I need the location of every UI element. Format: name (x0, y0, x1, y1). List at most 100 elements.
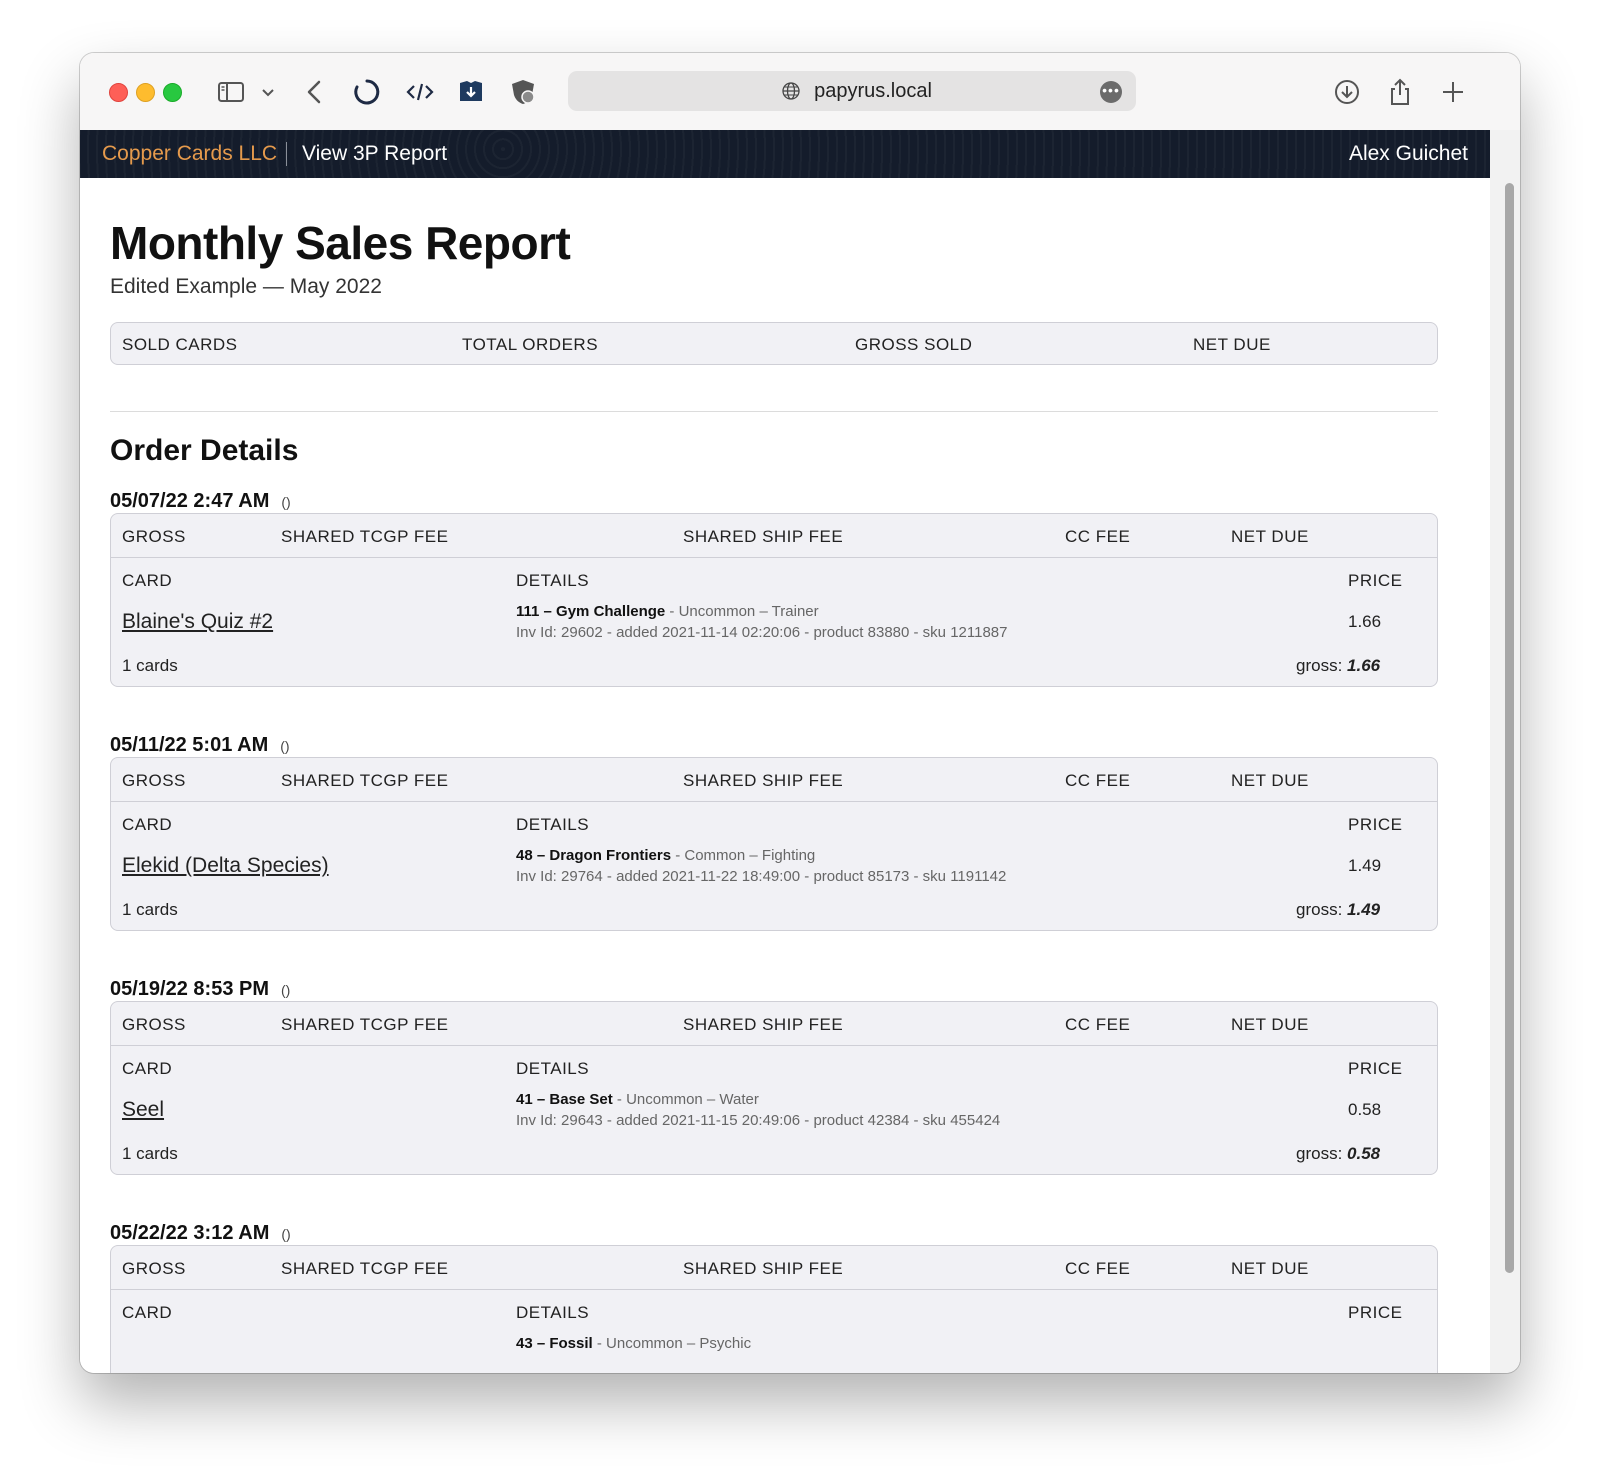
order-date-text: 05/22/22 3:12 AM (110, 1222, 270, 1244)
fee-col-gross: GROSS (122, 771, 186, 790)
fee-col-gross: GROSS (122, 1015, 186, 1034)
chevron-down-icon[interactable] (258, 77, 278, 107)
summary-col-net-due: NET DUE (1193, 335, 1271, 354)
item-col-card: CARD (122, 1059, 173, 1078)
fee-col-ship: SHARED SHIP FEE (683, 527, 844, 546)
page-subtitle: Edited Example — May 2022 (110, 275, 382, 298)
back-arrow-icon[interactable] (300, 77, 330, 107)
zoom-window-button[interactable] (163, 83, 182, 102)
order-card: GROSS SHARED TCGP FEE SHARED SHIP FEE CC… (110, 1001, 1438, 1175)
order-paren: () (281, 982, 291, 998)
section-divider (110, 411, 1438, 412)
browser-window: papyrus.local ••• Copper Cards LLC View … (80, 53, 1520, 1373)
order-date-text: 05/11/22 5:01 AM (110, 734, 269, 756)
fee-col-gross: GROSS (122, 527, 186, 546)
fee-col-net: NET DUE (1231, 1259, 1309, 1278)
item-col-price: PRICE (1348, 1303, 1403, 1322)
card-number-set: 41 – Base Set (516, 1091, 613, 1108)
item-col-card: CARD (122, 815, 173, 834)
fee-col-cc: CC FEE (1065, 771, 1131, 790)
card-number-set: 111 – Gym Challenge (516, 603, 666, 620)
report-content[interactable]: Monthly Sales Report Edited Example — Ma… (80, 178, 1490, 1373)
brand-link[interactable]: Copper Cards LLC (102, 130, 277, 178)
gross-value: 1.49 (1347, 900, 1381, 919)
share-icon[interactable] (1385, 77, 1415, 107)
card-rarity-type: - Common – Fighting (671, 847, 816, 864)
fee-col-cc: CC FEE (1065, 1259, 1131, 1278)
card-price: 1.66 (1348, 612, 1382, 631)
gross-value: 0.58 (1347, 1144, 1381, 1163)
download-icon[interactable] (1332, 77, 1362, 107)
minimize-window-button[interactable] (136, 83, 155, 102)
gross-value: 1.66 (1347, 656, 1381, 675)
card-name-link[interactable]: Seel (122, 1098, 164, 1122)
shield-extension-icon[interactable] (508, 77, 538, 107)
card-count: 1 cards (122, 900, 178, 919)
card-inventory-info: Inv Id: 29764 - added 2021-11-22 18:49:0… (516, 868, 1007, 885)
fee-col-cc: CC FEE (1065, 527, 1131, 546)
reload-spinner-icon[interactable] (352, 77, 382, 107)
order-card: GROSS SHARED TCGP FEE SHARED SHIP FEE CC… (110, 1245, 1438, 1373)
order-gross: gross: 1.49 (1296, 900, 1380, 920)
page-name: View 3P Report (302, 142, 448, 165)
summary-table-header: SOLD CARDS TOTAL ORDERS GROSS SOLD NET D… (110, 322, 1438, 365)
fee-col-tcgp: SHARED TCGP FEE (281, 771, 449, 790)
fee-col-tcgp: SHARED TCGP FEE (281, 1015, 449, 1034)
header-separator (286, 142, 287, 166)
card-details: 43 – Fossil - Uncommon – Psychic (516, 1335, 751, 1352)
fee-col-net: NET DUE (1231, 771, 1309, 790)
order-date: 05/07/22 2:47 AM () (110, 490, 291, 513)
card-details: 41 – Base Set - Uncommon – Water (516, 1091, 759, 1108)
order-paren: () (280, 738, 290, 754)
summary-col-sold-cards: SOLD CARDS (122, 335, 238, 354)
fee-col-ship: SHARED SHIP FEE (683, 771, 844, 790)
order-fee-header: GROSS SHARED TCGP FEE SHARED SHIP FEE CC… (111, 514, 1437, 558)
fee-col-tcgp: SHARED TCGP FEE (281, 527, 449, 546)
order-date: 05/11/22 5:01 AM () (110, 734, 290, 757)
item-col-details: DETAILS (516, 815, 590, 834)
item-col-price: PRICE (1348, 815, 1403, 834)
order-date: 05/19/22 8:53 PM () (110, 978, 290, 1001)
user-name[interactable]: Alex Guichet (1349, 130, 1468, 178)
card-details: 48 – Dragon Frontiers - Common – Fightin… (516, 847, 815, 864)
fee-col-cc: CC FEE (1065, 1015, 1131, 1034)
summary-col-gross-sold: GROSS SOLD (855, 335, 973, 354)
card-name-link[interactable]: Blaine's Quiz #2 (122, 610, 273, 634)
item-col-details: DETAILS (516, 1303, 590, 1322)
card-price: 1.49 (1348, 856, 1382, 875)
scrollbar-thumb[interactable] (1505, 183, 1514, 1273)
card-rarity-type: - Uncommon – Water (612, 1091, 759, 1108)
order-paren: () (281, 494, 291, 510)
order-date-text: 05/07/22 2:47 AM (110, 490, 270, 512)
card-count: 1 cards (122, 656, 178, 675)
fee-col-ship: SHARED SHIP FEE (683, 1259, 844, 1278)
order-gross: gross: 0.58 (1296, 1144, 1380, 1164)
fee-col-tcgp: SHARED TCGP FEE (281, 1259, 449, 1278)
card-rarity-type: - Uncommon – Psychic (592, 1335, 752, 1352)
code-extension-icon[interactable] (405, 77, 435, 107)
sidebar-toggle-icon[interactable] (216, 77, 246, 107)
summary-col-total-orders: TOTAL ORDERS (462, 335, 599, 354)
card-inventory-info: Inv Id: 29643 - added 2021-11-15 20:49:0… (516, 1112, 1001, 1129)
item-col-details: DETAILS (516, 571, 590, 590)
item-col-price: PRICE (1348, 1059, 1403, 1078)
url-text[interactable]: papyrus.local (568, 71, 1136, 111)
item-col-details: DETAILS (516, 1059, 590, 1078)
close-window-button[interactable] (109, 83, 128, 102)
card-name-link[interactable]: Elekid (Delta Species) (122, 854, 329, 878)
new-tab-plus-icon[interactable] (1438, 77, 1468, 107)
card-number-set: 43 – Fossil (516, 1335, 593, 1352)
card-count: 1 cards (122, 1144, 178, 1163)
address-bar[interactable]: papyrus.local ••• (568, 71, 1136, 111)
gross-prefix: gross: (1296, 656, 1343, 675)
bookmark-save-icon[interactable] (456, 77, 486, 107)
fee-col-gross: GROSS (122, 1259, 186, 1278)
order-card: GROSS SHARED TCGP FEE SHARED SHIP FEE CC… (110, 757, 1438, 931)
more-options-icon[interactable]: ••• (1100, 81, 1122, 103)
item-col-price: PRICE (1348, 571, 1403, 590)
card-rarity-type: - Uncommon – Trainer (665, 603, 819, 620)
order-gross: gross: 1.66 (1296, 656, 1380, 676)
fee-col-net: NET DUE (1231, 527, 1309, 546)
card-inventory-info: Inv Id: 29602 - added 2021-11-14 02:20:0… (516, 624, 1008, 641)
item-col-card: CARD (122, 1303, 173, 1322)
